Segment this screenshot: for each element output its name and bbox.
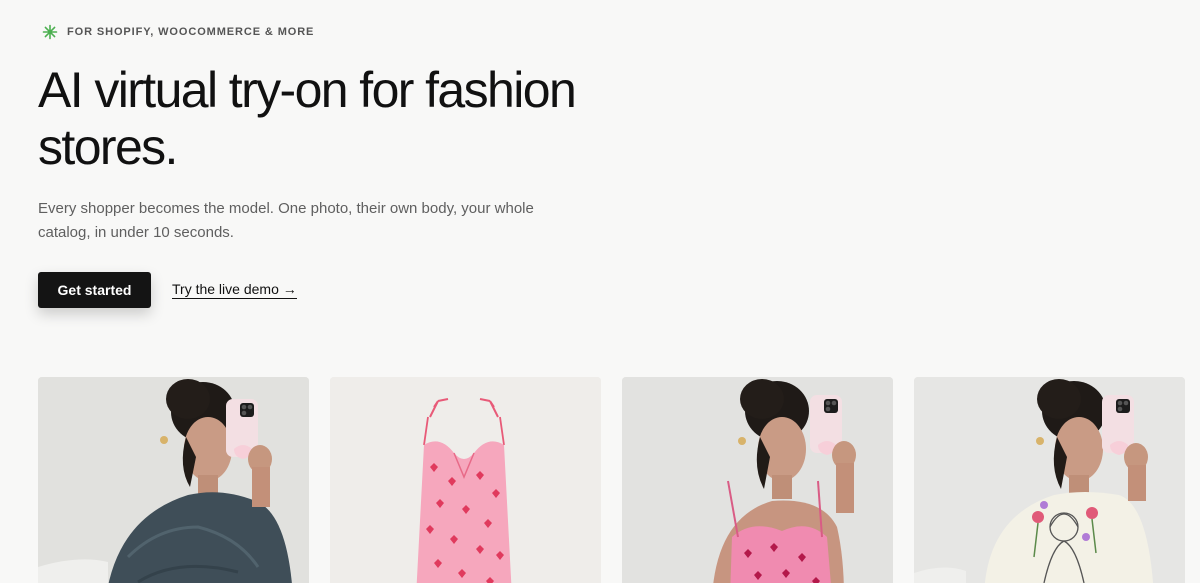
hero-subtitle: Every shopper becomes the model. One pho…	[38, 197, 598, 245]
pink-heart-dress-product-photo[interactable]	[330, 377, 601, 583]
eyebrow-badge: FOR SHOPIFY, WOOCOMMERCE & MORE	[42, 24, 314, 40]
landing-page: FOR SHOPIFY, WOOCOMMERCE & MORE AI virtu…	[0, 0, 1200, 583]
title-line-1: AI virtual try-on for fashion	[38, 62, 577, 118]
cta-row: Get started Try the live demo →	[38, 272, 297, 308]
eyebrow-text: FOR SHOPIFY, WOOCOMMERCE & MORE	[67, 26, 315, 38]
subtitle-line-2: catalog, in under 10 seconds.	[38, 224, 234, 241]
sparkle-icon	[42, 24, 58, 40]
title-line-2: stores.	[38, 119, 178, 175]
model-in-graphic-tee-photo[interactable]	[914, 377, 1185, 583]
get-started-button[interactable]: Get started	[38, 272, 151, 308]
product-gallery	[38, 377, 1185, 583]
model-in-knit-sweater-photo[interactable]	[38, 377, 309, 583]
page-title: AI virtual try-on for fashion stores.	[38, 62, 658, 176]
subtitle-line-1: Every shopper becomes the model. One pho…	[38, 200, 534, 217]
live-demo-link[interactable]: Try the live demo →	[172, 281, 297, 299]
model-in-heart-dress-photo[interactable]	[622, 377, 893, 583]
